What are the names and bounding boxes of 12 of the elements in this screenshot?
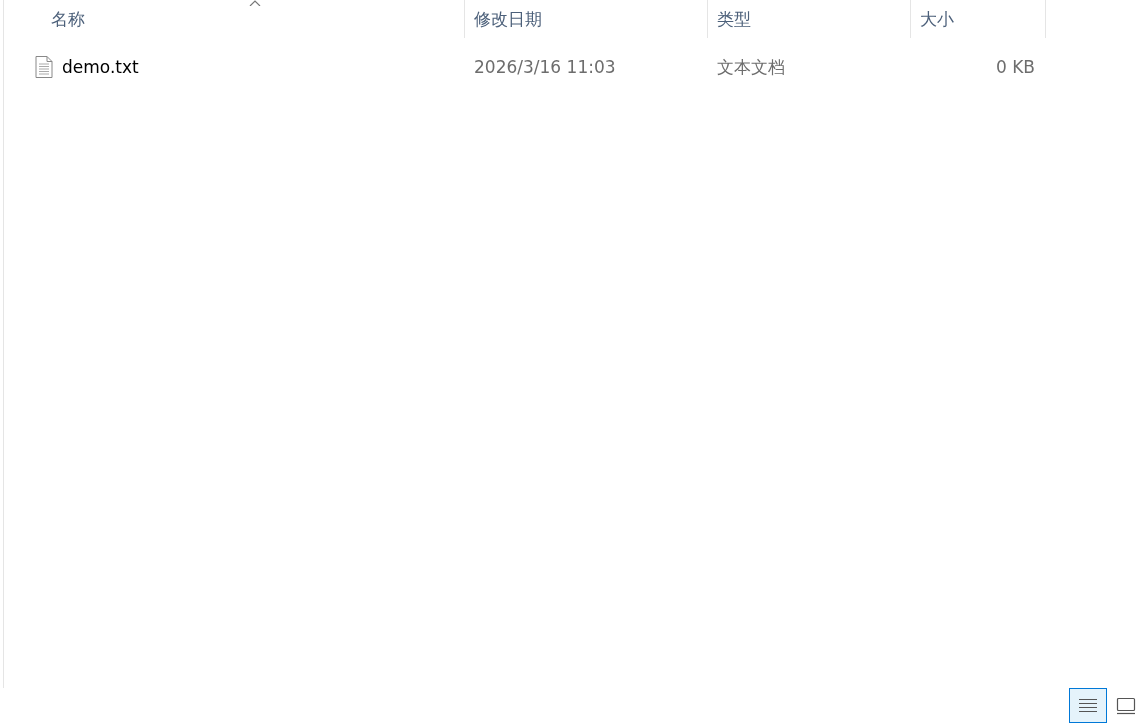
window-icon	[1116, 696, 1136, 715]
file-name[interactable]: demo.txt	[62, 57, 139, 77]
text-file-icon	[35, 56, 53, 78]
column-header[interactable]: 修改日期	[474, 9, 542, 29]
file-type: 文本文档	[717, 56, 785, 77]
column-header[interactable]: 名称	[51, 9, 85, 29]
column-header[interactable]: 类型	[717, 9, 751, 29]
file-size: 0 KB	[995, 57, 1035, 77]
details-view-button[interactable]	[1069, 688, 1107, 723]
list-lines-icon	[1078, 697, 1098, 714]
modified-date: 2026/3/16 11:03	[474, 57, 616, 77]
column-header[interactable]: 大小	[920, 9, 954, 29]
